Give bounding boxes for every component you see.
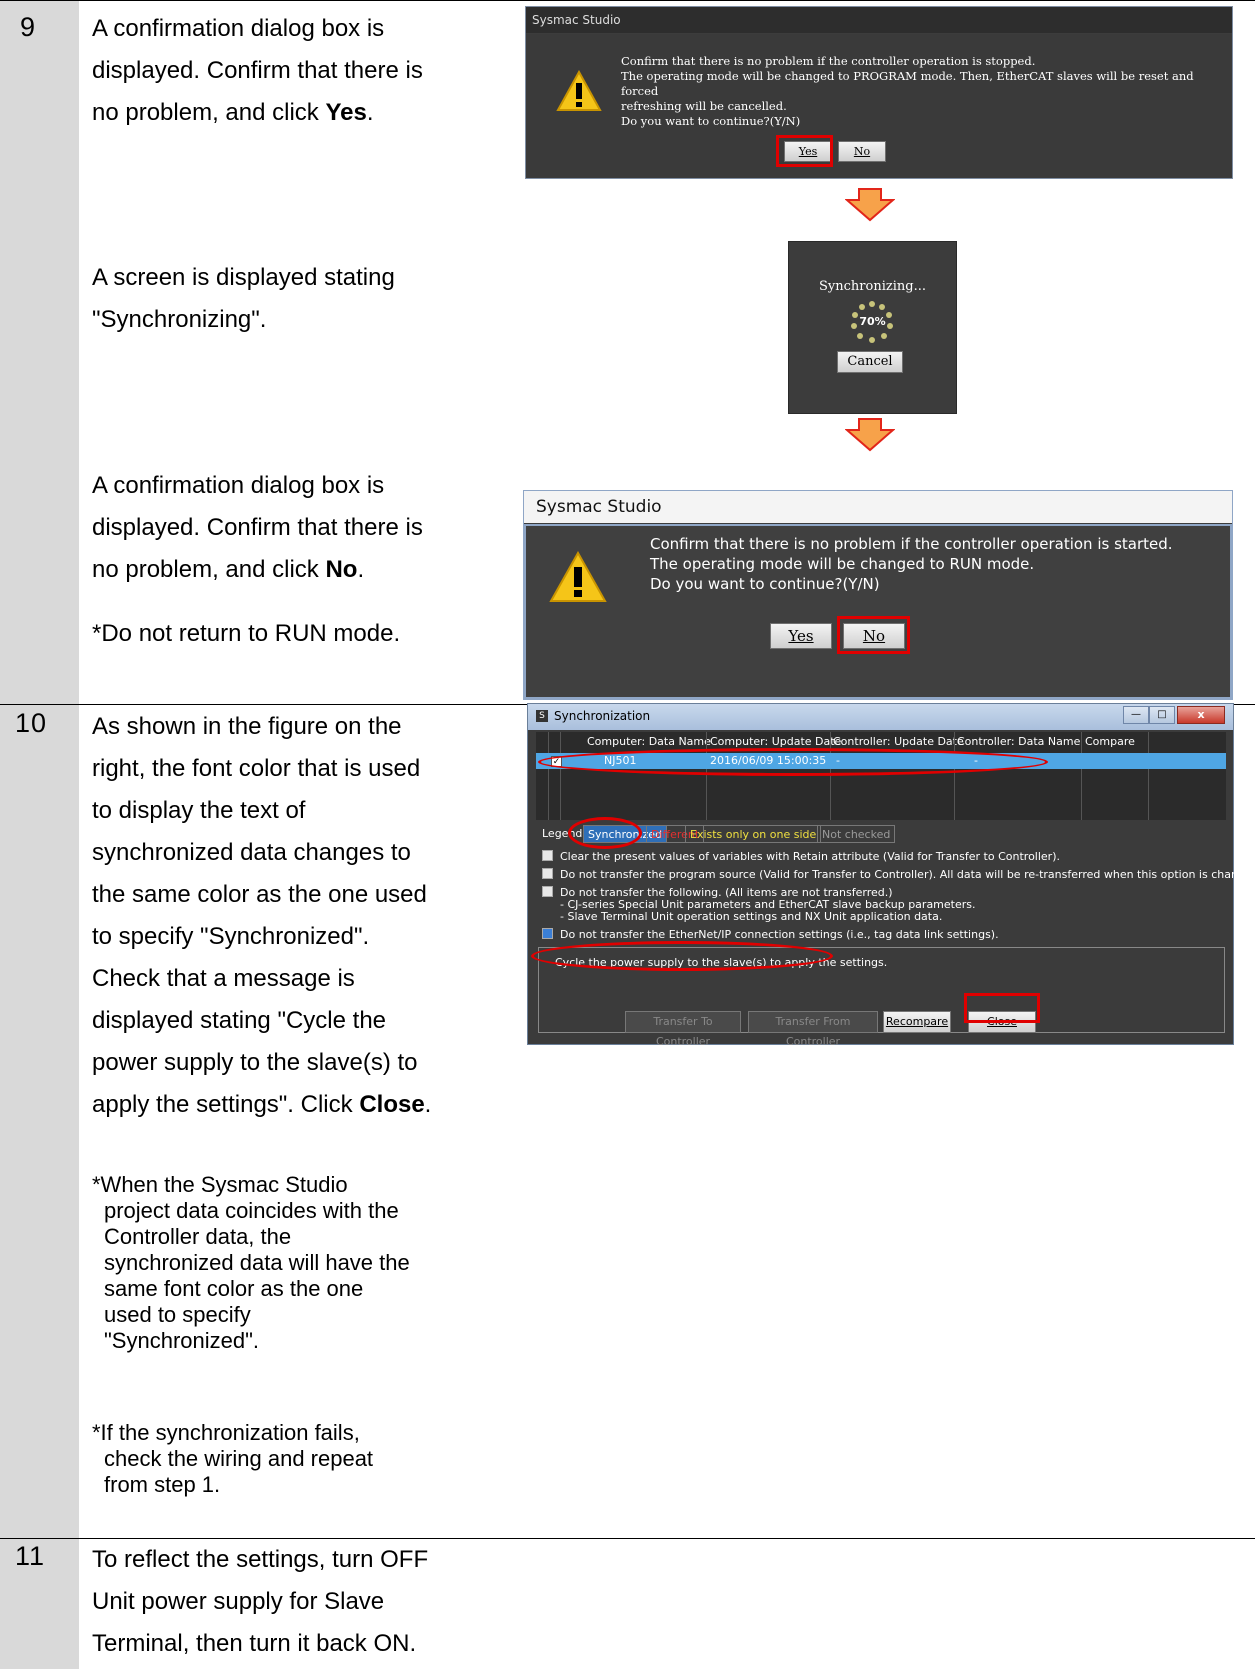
- step9-instruction-3: A confirmation dialog box is displayed. …: [92, 472, 423, 647]
- recompare-button[interactable]: Recompare: [883, 1011, 951, 1033]
- dialog-title: Sysmac Studio: [526, 7, 1232, 33]
- warning-icon: [549, 551, 607, 602]
- dialog-message: Confirm that there is no problem if the …: [621, 54, 1194, 128]
- dialog-title: Sysmac Studio: [524, 491, 1232, 523]
- minimize-button[interactable]: —: [1123, 706, 1149, 724]
- checkbox-checked[interactable]: [542, 928, 553, 939]
- checkbox[interactable]: [542, 886, 553, 897]
- highlight-row: [538, 748, 1048, 776]
- down-arrow-icon: [845, 418, 895, 452]
- row-divider: [0, 0, 1255, 1]
- step-number: 11: [15, 1541, 46, 1571]
- window-title: Synchronization: [554, 709, 651, 723]
- step10-note-1: *When the Sysmac Studio project data coi…: [92, 1172, 410, 1353]
- app-icon: S: [536, 710, 548, 722]
- yes-button[interactable]: Yes: [770, 623, 832, 649]
- step11-instruction: To reflect the settings, turn OFF Unit p…: [92, 1546, 429, 1657]
- step9-instruction-1: A confirmation dialog box is displayed. …: [92, 15, 423, 126]
- window-titlebar: S Synchronization — □ x: [528, 704, 1233, 730]
- transfer-from-controller-button[interactable]: Transfer From Controller: [748, 1011, 878, 1048]
- highlight-no: [837, 616, 910, 654]
- sync-data-grid: Computer: Data Name Computer: Update Dat…: [536, 732, 1226, 820]
- close-window-button[interactable]: x: [1177, 706, 1225, 724]
- progress-title: Synchronizing...: [819, 279, 926, 294]
- step10-note-2: *If the synchronization fails, check the…: [92, 1420, 374, 1497]
- synchronizing-dialog: Synchronizing... 70% Cancel: [788, 241, 957, 414]
- legend-exists-one-side: Exists only on one side: [685, 825, 822, 843]
- step10-instruction: As shown in the figure on the right, the…: [92, 713, 432, 1118]
- transfer-to-controller-button[interactable]: Transfer To Controller: [625, 1011, 741, 1048]
- option-no-program-source[interactable]: Do not transfer the program source (Vali…: [542, 868, 1255, 882]
- option-clear-retain[interactable]: Clear the present values of variables wi…: [542, 850, 1060, 864]
- checkbox[interactable]: [542, 868, 553, 879]
- legend-not-checked: Not checked: [817, 825, 896, 843]
- synchronization-window: S Synchronization — □ x Computer: Data N…: [527, 703, 1255, 1048]
- column-header: Compare: [1085, 735, 1135, 748]
- option-subitem: - Slave Terminal Unit operation settings…: [560, 910, 943, 923]
- progress-percent: 70%: [859, 315, 886, 328]
- step9-instruction-2: A screen is displayed stating "Synchroni…: [92, 264, 395, 333]
- step-column: [0, 0, 79, 1669]
- confirm-start-dialog: Sysmac Studio Confirm that there is no p…: [523, 490, 1233, 700]
- step-number: 9: [20, 12, 37, 42]
- confirm-stop-dialog: Sysmac Studio Confirm that there is no p…: [525, 6, 1233, 179]
- checkbox[interactable]: [542, 850, 553, 861]
- maximize-button[interactable]: □: [1149, 706, 1175, 724]
- highlight-close: [964, 993, 1040, 1023]
- dialog-message: Confirm that there is no problem if the …: [650, 535, 1173, 593]
- highlight-legend: [568, 817, 642, 849]
- option-no-ethernetip[interactable]: Do not transfer the EtherNet/IP connecti…: [542, 928, 999, 942]
- highlight-message: [531, 941, 833, 971]
- no-button[interactable]: No: [838, 141, 886, 162]
- cancel-button[interactable]: Cancel: [837, 351, 903, 373]
- column-header: Controller: Data Name: [957, 735, 1081, 748]
- highlight-yes: [776, 135, 833, 167]
- warning-icon: [556, 70, 602, 111]
- step-number: 10: [15, 708, 48, 738]
- down-arrow-icon: [845, 188, 895, 222]
